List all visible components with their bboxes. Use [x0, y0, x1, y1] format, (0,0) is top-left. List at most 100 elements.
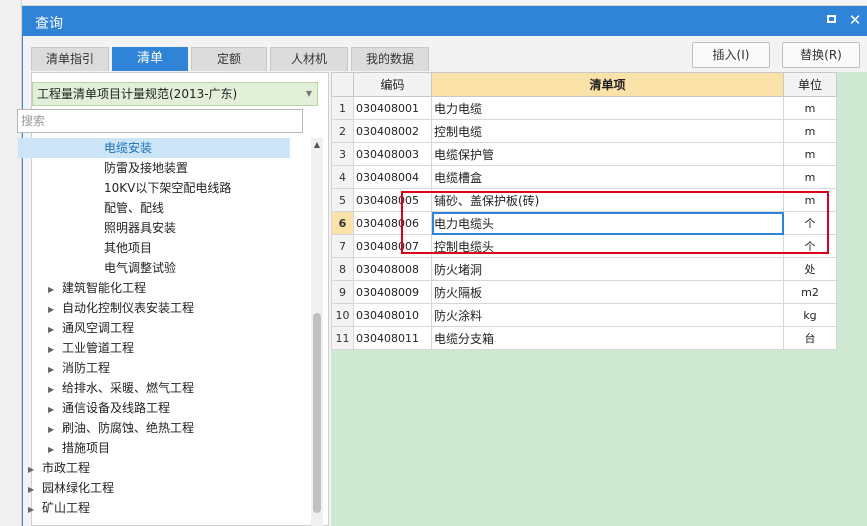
row-name[interactable]: 防火堵洞	[431, 257, 784, 281]
row-unit[interactable]: m	[783, 119, 837, 143]
row-name[interactable]: 铺砂、盖保护板(砖)	[431, 188, 784, 212]
tree-item[interactable]: ▶ 建筑智能化工程	[48, 278, 146, 298]
row-unit[interactable]: kg	[783, 303, 837, 327]
tab-labor-material-machine[interactable]: 人材机	[270, 47, 348, 71]
tree-item[interactable]: ▶ 自动化控制仪表安装工程	[48, 298, 194, 318]
table-row[interactable]: 7 030408007 控制电缆头个	[331, 234, 837, 258]
row-code[interactable]: 030408006	[353, 211, 432, 235]
row-name[interactable]: 控制电缆头	[431, 234, 784, 258]
tab-my-data[interactable]: 我的数据	[351, 47, 429, 71]
table-row[interactable]: 10 030408010 防火涂料 kg	[331, 303, 837, 327]
dialog-titlebar[interactable]: 查询 ✕	[23, 6, 867, 36]
row-code[interactable]: 030408009	[353, 280, 432, 304]
tree-item[interactable]: 配管、配线	[84, 198, 164, 218]
expand-arrow-icon[interactable]: ▶	[48, 440, 62, 460]
expand-arrow-icon[interactable]: ▶	[48, 340, 62, 360]
replace-button[interactable]: 替换(R)	[782, 42, 860, 68]
row-name[interactable]: 控制电缆	[431, 119, 784, 143]
tree-item[interactable]: ▶ 市政工程	[28, 458, 90, 478]
tree-item[interactable]: 防雷及接地装置	[84, 158, 188, 178]
tree-item[interactable]: ▶ 措施项目	[48, 438, 110, 458]
tree-item[interactable]: 其他项目	[84, 238, 152, 258]
table-row[interactable]: 1 030408001 电力电缆 m	[331, 96, 837, 120]
expand-arrow-icon[interactable]: ▶	[48, 360, 62, 380]
row-name[interactable]: 防火涂料	[431, 303, 784, 327]
spec-select[interactable]: 工程量清单项目计量规范(2013-广东) ▼	[32, 82, 318, 106]
expand-arrow-icon[interactable]: ▶	[48, 320, 62, 340]
row-index[interactable]: 5	[331, 188, 354, 212]
row-index[interactable]: 11	[331, 326, 354, 350]
row-unit[interactable]: 个	[783, 234, 837, 258]
search-input[interactable]: 搜索	[17, 109, 303, 133]
scroll-up-icon[interactable]: ▲	[311, 140, 323, 150]
header-name[interactable]: 清单项	[431, 72, 784, 97]
row-name[interactable]: 防火隔板	[431, 280, 784, 304]
tree-item[interactable]: ▶ 工业管道工程	[48, 338, 134, 358]
row-name[interactable]: 电力电缆头	[431, 211, 784, 235]
expand-arrow-icon[interactable]: ▶	[48, 420, 62, 440]
row-unit[interactable]: 个	[783, 211, 837, 235]
row-code[interactable]: 030408011	[353, 326, 432, 350]
tree-item[interactable]: ▶ 园林绿化工程	[28, 478, 114, 498]
tab-bill[interactable]: 清单	[112, 47, 188, 71]
row-name[interactable]: 电缆保护管	[431, 142, 784, 166]
row-unit[interactable]: 台	[783, 326, 837, 350]
row-unit[interactable]: 处	[783, 257, 837, 281]
row-index[interactable]: 10	[331, 303, 354, 327]
row-name[interactable]: 电缆分支箱	[431, 326, 784, 350]
close-icon[interactable]: ✕	[846, 11, 864, 29]
row-index[interactable]: 7	[331, 234, 354, 258]
row-code[interactable]: 030408007	[353, 234, 432, 258]
row-index[interactable]: 4	[331, 165, 354, 189]
maximize-icon[interactable]	[822, 11, 840, 29]
row-index[interactable]: 3	[331, 142, 354, 166]
tab-quota[interactable]: 定额	[191, 47, 267, 71]
row-name[interactable]: 电力电缆	[431, 96, 784, 120]
table-row[interactable]: 9 030408009 防火隔板 m2	[331, 280, 837, 304]
header-unit[interactable]: 单位	[783, 72, 837, 97]
table-row[interactable]: 5 030408005 铺砂、盖保护板(砖) m	[331, 188, 837, 212]
row-name[interactable]: 电缆槽盒	[431, 165, 784, 189]
expand-arrow-icon[interactable]: ▶	[28, 500, 42, 520]
row-unit[interactable]: m2	[783, 280, 837, 304]
insert-button[interactable]: 插入(I)	[692, 42, 770, 68]
table-row[interactable]: 4 030408004 电缆槽盒 m	[331, 165, 837, 189]
table-row[interactable]: 3 030408003 电缆保护管 m	[331, 142, 837, 166]
table-row[interactable]: 2 030408002 控制电缆 m	[331, 119, 837, 143]
row-unit[interactable]: m	[783, 188, 837, 212]
table-row[interactable]: 6 030408006 电力电缆头个	[331, 211, 837, 235]
row-code[interactable]: 030408005	[353, 188, 432, 212]
table-row[interactable]: 11 030408011 电缆分支箱台	[331, 326, 837, 350]
tree-item[interactable]: 电缆安装	[18, 138, 290, 158]
expand-arrow-icon[interactable]: ▶	[48, 300, 62, 320]
tree-item[interactable]: ▶ 矿山工程	[28, 498, 90, 518]
row-unit[interactable]: m	[783, 142, 837, 166]
tree-item[interactable]: ▶ 通信设备及线路工程	[48, 398, 170, 418]
row-index[interactable]: 8	[331, 257, 354, 281]
tree-item[interactable]: 电气调整试验	[84, 258, 176, 278]
table-row[interactable]: 8 030408008 防火堵洞处	[331, 257, 837, 281]
row-code[interactable]: 030408004	[353, 165, 432, 189]
scroll-thumb[interactable]	[313, 313, 321, 513]
expand-arrow-icon[interactable]: ▶	[48, 380, 62, 400]
row-unit[interactable]: m	[783, 96, 837, 120]
expand-arrow-icon[interactable]: ▶	[48, 280, 62, 300]
tree-item[interactable]: 10KV以下架空配电线路	[84, 178, 231, 198]
row-index[interactable]: 2	[331, 119, 354, 143]
tab-bill-guide[interactable]: 清单指引	[31, 47, 109, 71]
header-code[interactable]: 编码	[353, 72, 432, 97]
row-code[interactable]: 030408003	[353, 142, 432, 166]
row-index[interactable]: 1	[331, 96, 354, 120]
row-unit[interactable]: m	[783, 165, 837, 189]
tree-item[interactable]: ▶ 刷油、防腐蚀、绝热工程	[48, 418, 194, 438]
row-code[interactable]: 030408001	[353, 96, 432, 120]
tree-item[interactable]: ▶ 给排水、采暖、燃气工程	[48, 378, 194, 398]
expand-arrow-icon[interactable]: ▶	[48, 400, 62, 420]
row-index[interactable]: 9	[331, 280, 354, 304]
expand-arrow-icon[interactable]: ▶	[28, 460, 42, 480]
row-code[interactable]: 030408008	[353, 257, 432, 281]
tree-item[interactable]: ▶ 通风空调工程	[48, 318, 134, 338]
tree-scrollbar[interactable]: ▲	[311, 138, 323, 526]
row-index[interactable]: 6	[331, 211, 354, 235]
tree-item[interactable]: 照明器具安装	[84, 218, 176, 238]
